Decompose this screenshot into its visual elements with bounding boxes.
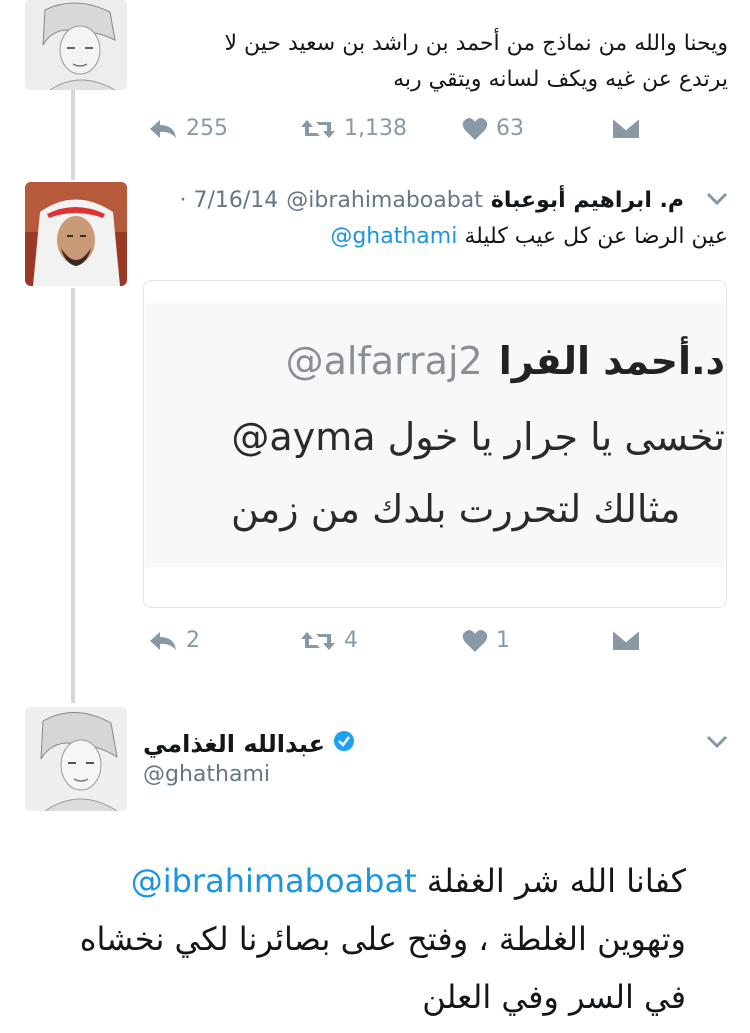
tweet-text: ويحنا والله من نماذج من أحمد بن راشد بن … (148, 26, 728, 98)
avatar[interactable] (25, 707, 127, 811)
like-count: 1 (496, 628, 510, 653)
tweet-text: كفانا الله شر الغفلة @ibrahimaboabat وته… (46, 852, 686, 1026)
attached-image[interactable]: د.أحمد الفرا @alfarraj2 تخسى يا جرار يا … (143, 280, 727, 608)
user-name[interactable]: م. ابراهيم أبوعباة (491, 188, 684, 213)
image-text-line: مثالك لتحررت بلدك من زمن (231, 487, 681, 531)
retweet-count: 1,138 (344, 116, 407, 141)
like-icon (462, 117, 488, 141)
mention-link[interactable]: @ibrahimaboabat (131, 862, 417, 900)
chevron-down-icon[interactable] (706, 192, 728, 206)
retweet-button[interactable]: 1,138 (300, 116, 407, 141)
retweet-button[interactable]: 4 (300, 628, 358, 653)
chevron-down-icon[interactable] (706, 735, 728, 749)
dm-button[interactable] (612, 116, 640, 140)
like-icon (462, 629, 488, 653)
reply-icon (148, 118, 178, 140)
dm-icon (612, 628, 640, 652)
image-text-line: تخسى يا جرار يا خول @ayma (231, 415, 725, 459)
user-handle[interactable]: @ghathami (143, 762, 270, 787)
tweet-text-body: عين الرضا عن كل عيب كليلة (464, 224, 728, 249)
tweet-text-body: كفانا الله شر الغفلة (426, 862, 686, 900)
verified-badge-icon (333, 730, 355, 758)
dm-icon (612, 116, 640, 140)
reply-button[interactable]: 2 (148, 628, 200, 653)
image-header: د.أحمد الفرا @alfarraj2 (286, 339, 725, 383)
tweet-text-line: في السر وفي العلن (422, 978, 686, 1016)
avatar-photo-image (25, 182, 127, 286)
like-count: 63 (496, 116, 524, 141)
reply-count: 255 (186, 116, 228, 141)
mention-link[interactable]: @ghathami (330, 224, 457, 249)
tweet-text-line: يرتدع عن غيه ويكف لسانه ويتقي ربه (393, 67, 728, 92)
dm-button[interactable] (612, 628, 640, 652)
avatar[interactable] (25, 182, 127, 286)
avatar[interactable] (25, 0, 127, 90)
image-mention: @ayma (231, 415, 376, 459)
image-user-handle: @alfarraj2 (285, 339, 483, 383)
tweet-actions: 2 4 1 (0, 628, 750, 668)
tweet-date[interactable]: · 7/16/14 (179, 188, 278, 213)
tweet-header: م. ابراهيم أبوعباة @ibrahimaboabat · 7/1… (179, 184, 684, 216)
tweet-text-line: كفانا الله شر الغفلة @ibrahimaboabat (46, 852, 686, 910)
retweet-icon (300, 630, 336, 652)
user-handle[interactable]: @ibrahimaboabat (286, 188, 483, 213)
tweet-text: عين الرضا عن كل عيب كليلة @ghathami (330, 222, 728, 252)
reply-count: 2 (186, 628, 200, 653)
tweet-actions: 255 1,138 63 (0, 116, 750, 156)
like-button[interactable]: 1 (462, 628, 510, 653)
user-name[interactable]: عبدالله الغذامي (143, 730, 325, 758)
retweet-icon (300, 118, 336, 140)
image-screenshot-area: د.أحمد الفرا @alfarraj2 تخسى يا جرار يا … (145, 303, 725, 567)
tweet-text-line: وتهوين الغلطة ، وفتح على بصائرنا لكي نخش… (79, 920, 686, 958)
retweet-count: 4 (344, 628, 358, 653)
image-text-arabic: تخسى يا جرار يا خول (387, 415, 725, 459)
image-user-name: د.أحمد الفرا (498, 339, 725, 383)
like-button[interactable]: 63 (462, 116, 524, 141)
reply-button[interactable]: 255 (148, 116, 228, 141)
tweet-text-line: ويحنا والله من نماذج من أحمد بن راشد بن … (224, 31, 728, 56)
avatar-sketch-image (25, 707, 127, 811)
reply-icon (148, 630, 178, 652)
user-name-row: عبدالله الغذامي (143, 728, 355, 760)
avatar-sketch-image (25, 0, 127, 90)
